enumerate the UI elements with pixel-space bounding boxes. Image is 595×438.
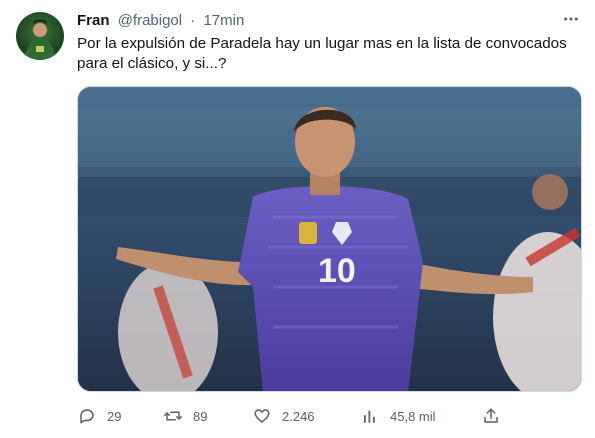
retweet-icon xyxy=(163,406,183,426)
retweet-button[interactable]: 89 xyxy=(163,404,207,428)
retweet-count: 89 xyxy=(193,408,208,424)
tweet-header: Fran @frabigol · 17min xyxy=(77,11,244,31)
svg-text:10: 10 xyxy=(318,252,356,290)
views-button[interactable]: 45,8 mil xyxy=(360,404,436,428)
like-count: 2.246 xyxy=(282,408,315,424)
tweet-card[interactable]: Fran @frabigol · 17min Por la expulsión … xyxy=(0,0,595,438)
author-display-name[interactable]: Fran xyxy=(77,12,110,29)
like-button[interactable]: 2.246 xyxy=(252,404,315,428)
tweet-text: Por la expulsión de Paradela hay un luga… xyxy=(77,35,567,72)
timestamp[interactable]: 17min xyxy=(203,12,244,29)
tweet-actions: 29 89 2.246 45,8 mil xyxy=(77,404,582,428)
reply-icon xyxy=(77,406,97,426)
views-count: 45,8 mil xyxy=(390,408,436,424)
share-button[interactable] xyxy=(481,404,501,428)
tweet-photo[interactable]: 10 xyxy=(77,86,582,392)
more-options-button[interactable] xyxy=(558,10,584,32)
avatar[interactable] xyxy=(16,12,64,60)
bar-chart-icon xyxy=(360,406,380,426)
more-horizontal-icon xyxy=(562,10,580,33)
reply-button[interactable]: 29 xyxy=(77,404,121,428)
author-handle[interactable]: @frabigol xyxy=(118,12,182,29)
separator-dot: · xyxy=(190,12,196,29)
photo-icon: 10 xyxy=(78,87,581,391)
heart-icon xyxy=(252,406,272,426)
share-icon xyxy=(481,406,501,426)
reply-count: 29 xyxy=(107,408,122,424)
